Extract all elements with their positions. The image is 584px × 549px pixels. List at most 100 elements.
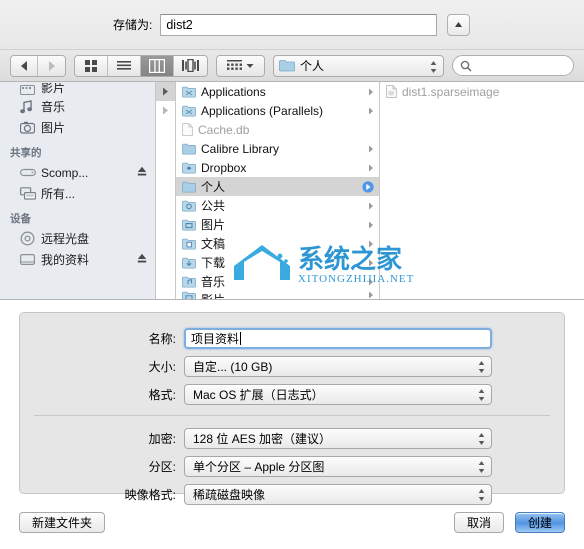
sidebar-item-movies[interactable]: 影片 (0, 83, 155, 96)
sidebar-item-remote-disc[interactable]: 远程光盘 (0, 228, 155, 249)
sidebar-item-label: Scomp... (41, 165, 89, 180)
movies-icon (20, 84, 37, 96)
name-input[interactable]: 项目资料 (184, 327, 492, 349)
action-menu-button[interactable] (217, 55, 264, 76)
name-label: 名称: (148, 331, 176, 346)
size-popup-button[interactable]: 自定... (10 GB) (184, 355, 492, 377)
downloads-folder-icon (182, 257, 196, 268)
forward-arrow-icon (49, 60, 55, 71)
save-as-input[interactable]: dist2 (160, 13, 438, 36)
encryption-popup-button[interactable]: 128 位 AES 加密（建议） (184, 427, 492, 449)
file-row[interactable]: 公共 (176, 196, 379, 215)
disclosure-triangle-icon (163, 106, 168, 115)
file-row[interactable]: 下载 (176, 253, 379, 272)
option-row-size: 大小: 自定... (10 GB) (20, 352, 564, 380)
icon-view-icon (85, 59, 97, 72)
new-folder-button[interactable]: 新建文件夹 (19, 512, 106, 533)
sidebar-item-label: 远程光盘 (41, 232, 90, 246)
path-popup-label: 个人 (300, 59, 325, 73)
shared-disk-icon (20, 167, 37, 178)
search-input[interactable] (452, 55, 574, 76)
eject-icon[interactable] (137, 166, 147, 180)
view-mode-segmented-control (74, 54, 208, 77)
file-row[interactable]: 音乐 (176, 272, 379, 291)
navigation-segmented-control (10, 54, 66, 77)
optical-disc-icon (20, 231, 37, 246)
file-browser: 影片 音乐 图片 共享的 Scomp... 所有... 设备 远程光盘 我的资料… (0, 82, 584, 300)
file-name: 图片 (201, 218, 226, 232)
forward-button[interactable] (38, 55, 65, 76)
triangle-up-icon (455, 22, 463, 27)
options-separator (34, 415, 550, 416)
options-panel: 名称: 项目资料 大小: 自定... (10 GB) 格式: Mac OS 扩展… (19, 312, 565, 505)
sidebar-item-label: 影片 (41, 83, 66, 95)
folder-icon (182, 181, 196, 192)
folder-icon (182, 143, 196, 154)
disclosure-triangle-icon (163, 87, 168, 96)
stepper-arrows-icon (478, 461, 485, 473)
parent-row-selected[interactable] (156, 82, 175, 101)
stepper-arrows-icon (430, 60, 437, 73)
browser-column-contents[interactable]: dist1.sparseimage (380, 82, 584, 299)
stepper-arrows-icon (478, 489, 485, 501)
sidebar-item-pictures[interactable]: 图片 (0, 117, 155, 138)
file-name: 音乐 (201, 275, 226, 289)
sidebar-header-devices: 设备 (10, 213, 31, 225)
applications-folder-icon (182, 105, 196, 116)
size-label: 大小: (148, 359, 176, 374)
sidebar-item-music[interactable]: 音乐 (0, 96, 155, 117)
partition-value: 单个分区 – Apple 分区图 (193, 459, 325, 474)
parent-row[interactable] (156, 101, 175, 120)
file-name: 影片 (201, 291, 225, 299)
file-row[interactable]: dist1.sparseimage (380, 82, 584, 101)
image-format-popup-button[interactable]: 稀疏磁盘映像 (184, 483, 492, 505)
file-row[interactable]: Calibre Library (176, 139, 379, 158)
file-name: Dropbox (201, 160, 247, 175)
disclosure-triangle-icon (369, 291, 373, 299)
dropbox-folder-icon (182, 162, 196, 173)
browser-column-files[interactable]: Applications Applications (Parallels) Ca… (176, 82, 380, 299)
file-row-selected[interactable]: 个人 (176, 177, 379, 196)
sidebar-item-label: 我的资料 (41, 253, 90, 267)
sidebar-item-label: 图片 (41, 121, 66, 135)
cancel-button[interactable]: 取消 (453, 512, 504, 533)
sidebar-item-my-data[interactable]: 我的资料 (0, 249, 155, 270)
file-row[interactable]: Cache.db (176, 120, 379, 139)
sidebar-item-scomp[interactable]: Scomp... (0, 162, 155, 183)
option-row-encryption: 加密: 128 位 AES 加密（建议） (20, 424, 564, 452)
file-row[interactable]: 影片 (176, 291, 379, 299)
sidebar-item-all[interactable]: 所有... (0, 183, 155, 204)
hard-disk-icon (20, 253, 37, 266)
file-row[interactable]: Applications (176, 82, 379, 101)
file-name: Calibre Library (201, 141, 280, 156)
back-button[interactable] (11, 55, 38, 76)
view-as-list-button[interactable] (108, 55, 141, 76)
eject-icon[interactable] (137, 253, 147, 267)
file-row[interactable]: 图片 (176, 215, 379, 234)
encryption-label: 加密: (148, 431, 176, 446)
view-as-icons-button[interactable] (75, 55, 108, 76)
browser-column-parent[interactable] (156, 82, 176, 299)
path-popup-button[interactable]: 个人 (273, 54, 444, 77)
view-as-coverflow-button[interactable] (174, 55, 207, 76)
create-button[interactable]: 创建 (514, 512, 565, 533)
file-row[interactable]: 文稿 (176, 234, 379, 253)
folder-icon (279, 60, 295, 72)
disclosure-triangle-icon (369, 107, 373, 114)
file-name: 下载 (201, 256, 226, 270)
option-row-partition: 分区: 单个分区 – Apple 分区图 (20, 452, 564, 480)
file-row[interactable]: Dropbox (176, 158, 379, 177)
disclosure-triangle-icon (369, 240, 373, 247)
view-as-columns-button[interactable] (141, 55, 174, 76)
file-name: 公共 (201, 199, 226, 213)
file-row[interactable]: Applications (Parallels) (176, 101, 379, 120)
public-folder-icon (182, 200, 196, 211)
disclosure-triangle-icon (369, 88, 373, 95)
file-name: 文稿 (201, 237, 226, 251)
document-icon (182, 123, 193, 136)
format-popup-button[interactable]: Mac OS 扩展（日志式） (184, 383, 492, 405)
sidebar-header-shared: 共享的 (10, 147, 42, 159)
partition-popup-button[interactable]: 单个分区 – Apple 分区图 (184, 455, 492, 477)
collapse-sheet-button[interactable] (447, 13, 471, 36)
pictures-folder-icon (182, 219, 196, 230)
